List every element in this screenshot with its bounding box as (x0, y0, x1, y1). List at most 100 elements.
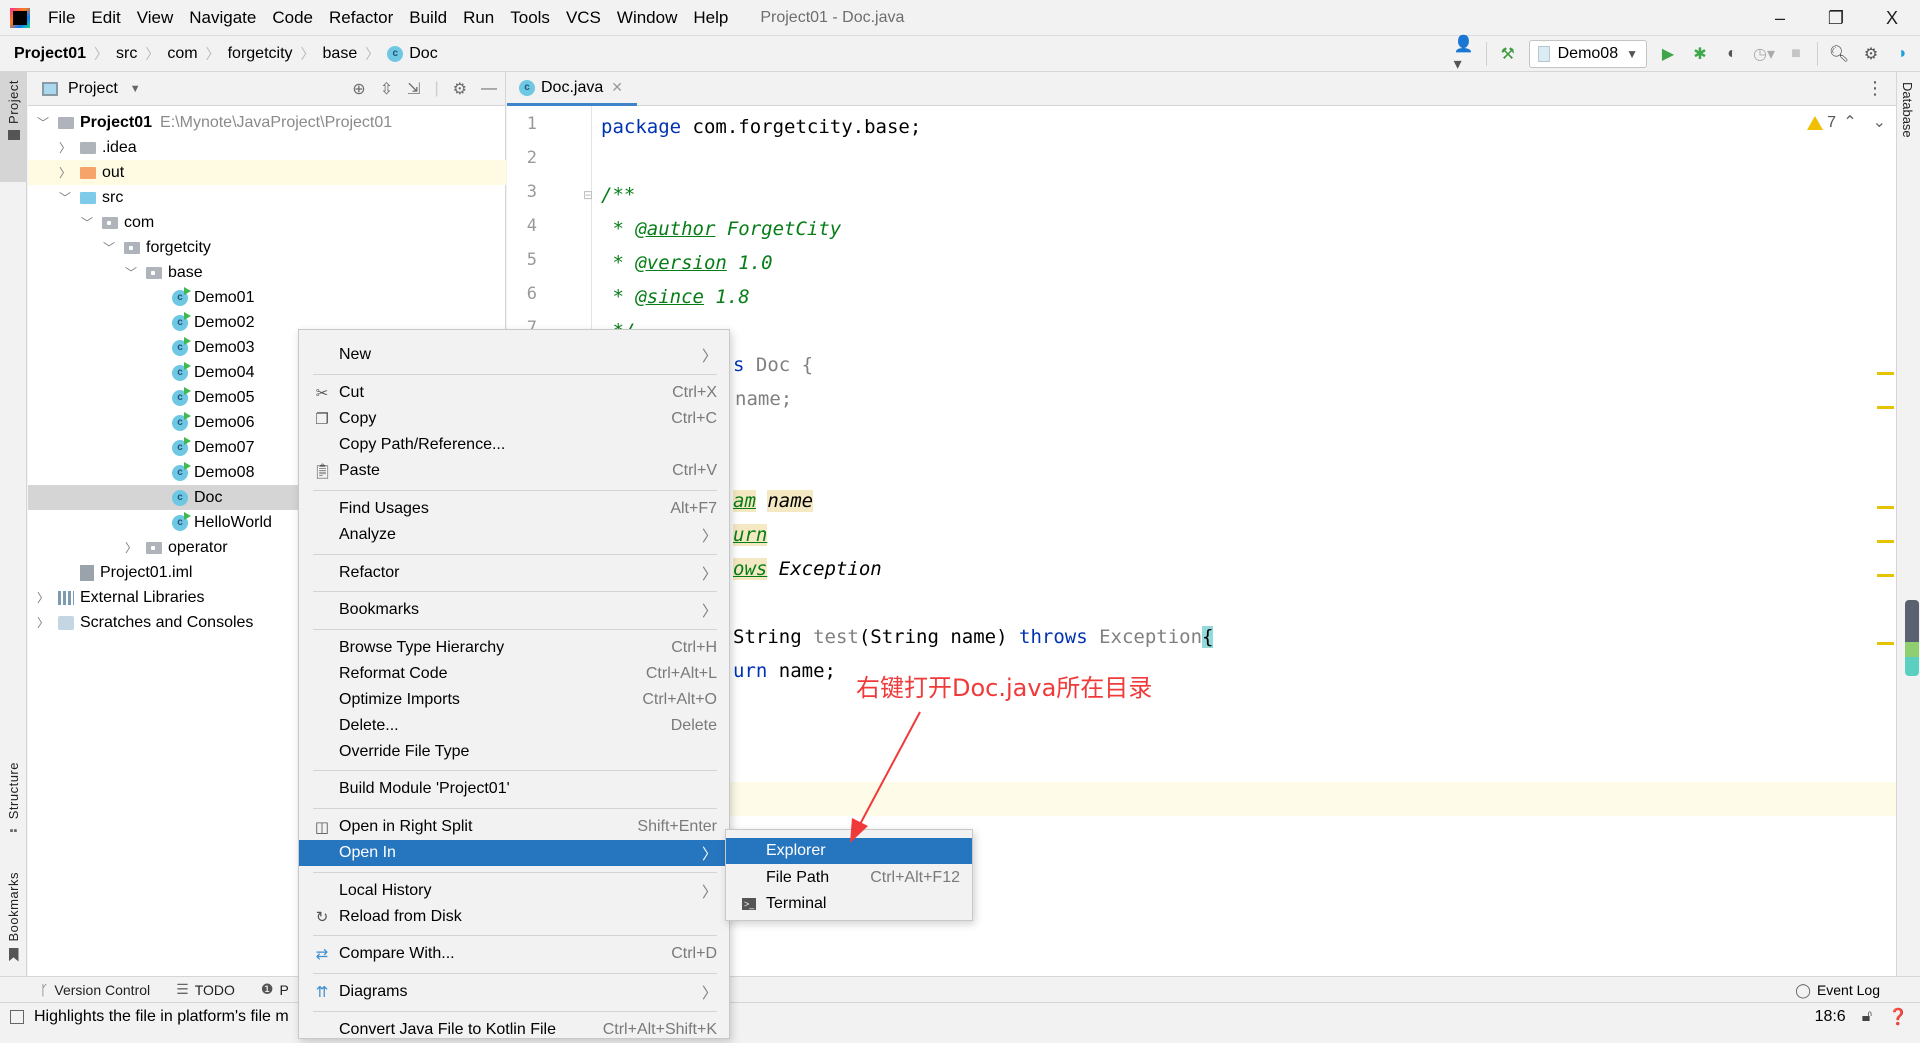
submenu-item-explorer[interactable]: Explorer (726, 838, 972, 864)
menu-code[interactable]: Code (264, 0, 321, 36)
chevron-down-icon[interactable]: ﹀ (58, 189, 72, 206)
user-icon[interactable]: 👤▾ (1454, 36, 1476, 73)
menu-view[interactable]: View (129, 0, 182, 36)
chevron-right-icon[interactable]: 〉 (36, 589, 50, 606)
event-log-tab[interactable]: ◯ Event Log (1795, 977, 1880, 1003)
breadcrumb-item[interactable]: src (116, 45, 137, 63)
caret-position[interactable]: 18:6 (1815, 1008, 1846, 1026)
collapse-all-icon[interactable]: ⇲ (407, 79, 420, 99)
run-config-select[interactable]: Demo08 ▼ (1528, 40, 1647, 68)
menu-build[interactable]: Build (401, 0, 455, 36)
menu-item-copy[interactable]: ❐ Copy Ctrl+C (299, 406, 729, 432)
breadcrumb-item[interactable]: com (167, 45, 197, 63)
expand-all-icon[interactable]: ⇳ (380, 79, 393, 99)
version-control-tab[interactable]: ᚴ Version Control (40, 982, 150, 998)
menu-item-open-right-split[interactable]: ◫ Open in Right Split Shift+Enter (299, 814, 729, 840)
tree-item-idea[interactable]: 〉 .idea (28, 135, 506, 160)
locate-file-icon[interactable]: ⊕ (352, 79, 365, 99)
tree-item-src[interactable]: ﹀ src (28, 185, 506, 210)
warning-stripe-marker[interactable] (1877, 540, 1894, 543)
tree-item-project01[interactable]: ﹀ Project01 E:\Mynote\JavaProject\Project0… (28, 110, 506, 135)
menu-navigate[interactable]: Navigate (181, 0, 264, 36)
lock-icon[interactable]: 🔓︎ (1862, 1008, 1872, 1026)
menu-item-new[interactable]: New 〉 (299, 342, 729, 368)
build-hammer-icon[interactable]: ⚒ (1497, 43, 1519, 65)
todo-tab[interactable]: ☰ TODO (176, 981, 235, 998)
more-options-icon[interactable]: ⋮ (1866, 78, 1884, 99)
menu-item-analyze[interactable]: Analyze 〉 (299, 522, 729, 548)
chevron-right-icon[interactable]: 〉 (36, 614, 50, 631)
menu-item-build-module[interactable]: Build Module 'Project01' (299, 776, 729, 802)
menu-item-find-usages[interactable]: Find Usages Alt+F7 (299, 496, 729, 522)
debug-icon[interactable]: ✱ (1689, 43, 1711, 65)
menu-item-reload-from-disk[interactable]: ↻ Reload from Disk (299, 904, 729, 930)
problems-tab[interactable]: ❶P (261, 981, 289, 998)
memory-indicator[interactable] (1905, 600, 1919, 676)
menu-item-open-in[interactable]: Open In 〉 (299, 840, 729, 866)
help-gear-icon[interactable]: ❓ (1888, 1007, 1908, 1027)
previous-problem-icon[interactable]: ⌃ (1843, 112, 1856, 132)
warning-stripe-marker[interactable] (1877, 642, 1894, 645)
menu-refactor[interactable]: Refactor (321, 0, 401, 36)
menu-item-compare-with[interactable]: ⇄ Compare With... Ctrl+D (299, 941, 729, 967)
chevron-down-icon[interactable]: ﹀ (80, 214, 94, 231)
warning-stripe-marker[interactable] (1877, 372, 1894, 375)
menu-help[interactable]: Help (685, 0, 736, 36)
breadcrumb-item[interactable]: Project01 (14, 45, 86, 63)
database-tool-tab[interactable]: Database (1900, 82, 1915, 138)
submenu-item-terminal[interactable]: >_ Terminal (726, 891, 972, 917)
menu-item-paste[interactable]: 📋︎ Paste Ctrl+V (299, 458, 729, 484)
close-tab-icon[interactable]: ✕ (611, 79, 623, 96)
inspection-widget[interactable]: 7 (1807, 114, 1836, 132)
menu-item-optimize-imports[interactable]: Optimize Imports Ctrl+Alt+O (299, 687, 729, 713)
search-icon[interactable]: 🔍︎ (1828, 43, 1850, 65)
run-icon[interactable]: ▶ (1657, 43, 1679, 65)
coverage-icon[interactable]: ◐ (1721, 43, 1743, 65)
menu-item-refactor[interactable]: Refactor 〉 (299, 560, 729, 586)
breadcrumb-item[interactable]: forgetcity (228, 45, 293, 63)
fold-icon[interactable]: ⊟ (583, 188, 593, 202)
chevron-right-icon[interactable]: 〉 (124, 539, 138, 556)
profile-icon[interactable]: ◷▾ (1753, 43, 1775, 65)
tree-item-out[interactable]: 〉 out (28, 160, 506, 185)
tree-item-class[interactable]: c Demo01 (28, 285, 506, 310)
hide-panel-icon[interactable]: — (481, 80, 497, 98)
gear-icon[interactable]: ⚙ (453, 79, 467, 99)
warning-stripe-marker[interactable] (1877, 574, 1894, 577)
menu-item-browse-type-hierarchy[interactable]: Browse Type Hierarchy Ctrl+H (299, 635, 729, 661)
breadcrumb-item[interactable]: base (323, 45, 358, 63)
tab-doc-java[interactable]: c Doc.java ✕ (507, 72, 637, 106)
stop-icon[interactable]: ■ (1785, 43, 1807, 65)
warning-stripe-marker[interactable] (1877, 506, 1894, 509)
restore-button[interactable]: ❐ (1808, 0, 1864, 36)
chevron-right-icon[interactable]: 〉 (58, 139, 72, 156)
tree-item-com[interactable]: ﹀ com (28, 210, 506, 235)
gear-icon[interactable]: ⚙ (1860, 43, 1882, 65)
structure-tool-tab[interactable]: Structure ▪▪ (0, 762, 27, 862)
menu-item-override-file-type[interactable]: Override File Type (299, 739, 729, 765)
menu-vcs[interactable]: VCS (558, 0, 609, 36)
menu-item-delete[interactable]: Delete... Delete (299, 713, 729, 739)
next-problem-icon[interactable]: ⌄ (1873, 112, 1886, 132)
submenu-item-file-path[interactable]: File Path Ctrl+Alt+F12 (726, 865, 972, 891)
project-view-select[interactable]: Project (68, 80, 118, 98)
chevron-right-icon[interactable]: 〉 (58, 164, 72, 181)
menu-window[interactable]: Window (609, 0, 685, 36)
chevron-down-icon[interactable]: ﹀ (124, 264, 138, 281)
dropdown-arrow-icon[interactable]: ▼ (130, 83, 141, 95)
menu-item-diagrams[interactable]: ⇈ Diagrams 〉 (299, 979, 729, 1005)
menu-item-bookmarks[interactable]: Bookmarks 〉 (299, 597, 729, 623)
toggle-tool-windows-icon[interactable] (10, 1009, 24, 1024)
code-with-me-icon[interactable]: ◗ (1892, 43, 1914, 65)
menu-item-local-history[interactable]: Local History 〉 (299, 878, 729, 904)
chevron-down-icon[interactable]: ﹀ (36, 114, 50, 131)
menu-item-convert-to-kotlin[interactable]: Convert Java File to Kotlin File Ctrl+Alt… (299, 1017, 729, 1043)
menu-edit[interactable]: Edit (83, 0, 128, 36)
menu-run[interactable]: Run (455, 0, 502, 36)
bookmarks-tool-tab[interactable]: Bookmarks (0, 872, 27, 992)
tree-item-forgetcity[interactable]: ﹀ forgetcity (28, 235, 506, 260)
breadcrumb-item[interactable]: c Doc (387, 45, 438, 63)
close-window-button[interactable]: X (1864, 0, 1920, 36)
chevron-down-icon[interactable]: ﹀ (102, 239, 116, 256)
menu-item-copy-path[interactable]: Copy Path/Reference... (299, 432, 729, 458)
